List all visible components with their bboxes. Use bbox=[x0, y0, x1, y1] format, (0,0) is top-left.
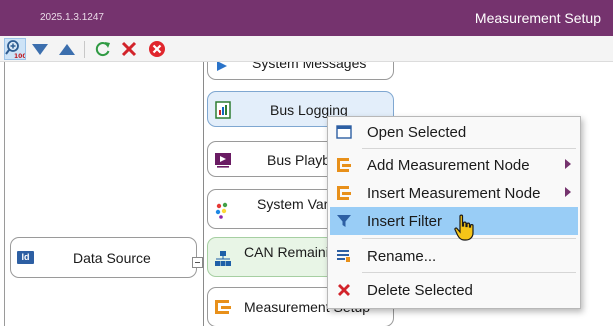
node-label: System Messages bbox=[252, 62, 367, 71]
menu-item-insert-measurement-node[interactable]: Insert Measurement Node bbox=[330, 179, 578, 207]
measurement-node-icon bbox=[215, 300, 231, 314]
node-icon bbox=[337, 186, 351, 200]
filter-icon bbox=[337, 215, 351, 227]
chevron-right-icon bbox=[565, 187, 571, 197]
id-badge-icon: Id bbox=[17, 251, 34, 264]
menu-item-label: Insert Measurement Node bbox=[367, 185, 541, 202]
remove-button[interactable] bbox=[118, 38, 140, 60]
cancel-circle-icon bbox=[149, 41, 165, 57]
node-data-source[interactable]: Id Data Source bbox=[10, 237, 197, 278]
move-down-button[interactable] bbox=[29, 38, 51, 60]
node-label: Data Source bbox=[73, 250, 151, 266]
menu-separator bbox=[362, 272, 576, 273]
version-label: 2025.1.3.1247 bbox=[40, 12, 104, 23]
logging-icon bbox=[215, 101, 231, 119]
tree-connector-line bbox=[203, 62, 204, 326]
menu-item-add-measurement-node[interactable]: Add Measurement Node bbox=[330, 151, 578, 179]
menu-item-label: Rename... bbox=[367, 248, 437, 265]
menu-item-rename[interactable]: Rename... bbox=[330, 242, 578, 270]
network-icon bbox=[215, 251, 231, 266]
toolbar-separator bbox=[84, 41, 85, 58]
zoom-100-icon: 100 bbox=[5, 40, 25, 59]
refresh-button[interactable] bbox=[92, 38, 114, 60]
menu-item-label: Insert Filter bbox=[367, 213, 443, 230]
menu-item-label: Delete Selected bbox=[367, 282, 473, 299]
menu-item-open-selected[interactable]: Open Selected bbox=[330, 118, 578, 146]
variables-icon bbox=[215, 202, 228, 219]
cancel-button[interactable] bbox=[146, 38, 168, 60]
node-icon bbox=[337, 158, 351, 172]
svg-text:100: 100 bbox=[14, 53, 25, 59]
window-icon bbox=[336, 125, 352, 139]
chevron-right-icon bbox=[565, 159, 571, 169]
refresh-icon bbox=[95, 42, 110, 57]
playback-icon bbox=[215, 153, 231, 168]
menu-item-label: Add Measurement Node bbox=[367, 157, 530, 174]
title-bar: 2025.1.3.1247 Measurement Setup bbox=[0, 0, 613, 36]
rename-icon bbox=[337, 250, 350, 262]
delete-icon bbox=[338, 284, 350, 296]
menu-separator bbox=[362, 148, 576, 149]
close-x-icon bbox=[121, 41, 137, 57]
menu-item-label: Open Selected bbox=[367, 124, 467, 141]
play-icon bbox=[217, 62, 227, 71]
left-border-line bbox=[4, 62, 5, 326]
arrow-down-icon bbox=[32, 44, 48, 55]
collapse-toggle[interactable] bbox=[192, 257, 203, 268]
move-up-button[interactable] bbox=[56, 38, 78, 60]
node-system-messages[interactable]: System Messages bbox=[207, 62, 394, 80]
menu-item-delete-selected[interactable]: Delete Selected bbox=[330, 276, 578, 304]
arrow-up-icon bbox=[59, 44, 75, 55]
window-title: Measurement Setup bbox=[474, 10, 601, 26]
zoom-100-button[interactable]: 100 bbox=[4, 38, 26, 60]
context-menu: Open Selected Add Measurement Node Inser… bbox=[327, 116, 581, 309]
hand-cursor-icon bbox=[454, 214, 474, 241]
toolbar: 100 bbox=[0, 36, 613, 62]
